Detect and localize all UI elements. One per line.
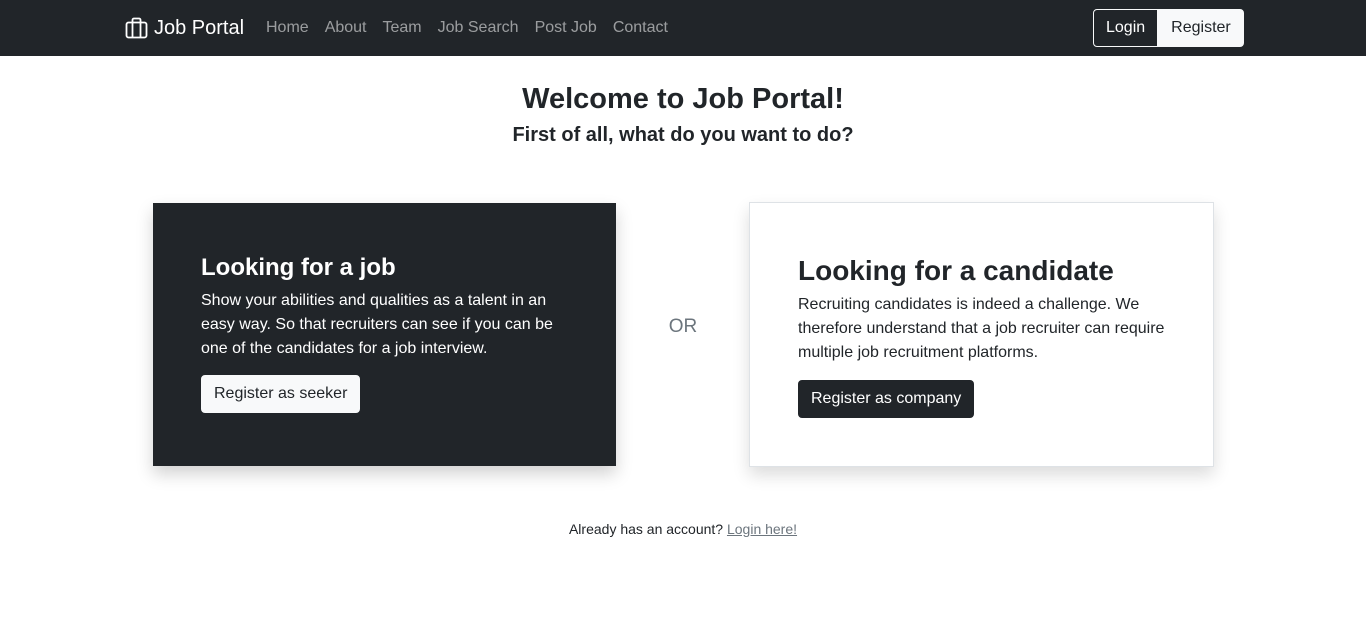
brand-label: Job Portal — [154, 16, 245, 39]
company-card-title: Looking for a candidate — [798, 255, 1114, 286]
login-button[interactable]: Login — [1093, 9, 1159, 47]
brand-link[interactable]: Job Portal — [125, 14, 244, 42]
nav-link-about[interactable]: About — [317, 17, 375, 39]
existing-account-text: Already has an account? — [568, 521, 724, 537]
nav-link-contact[interactable]: Contact — [605, 17, 676, 39]
page-subtitle: First of all, what do you want to do? — [512, 124, 854, 146]
or-separator: OR — [668, 316, 698, 337]
page-title: Welcome to Job Portal! — [522, 83, 844, 115]
nav-link-home[interactable]: Home — [258, 17, 317, 39]
register-as-company-button[interactable]: Register as company — [798, 380, 975, 418]
company-card: Looking for a candidate Recruiting candi… — [749, 202, 1214, 467]
job-seeker-card-text: Show your abilities and qualities as a t… — [201, 292, 553, 357]
register-button[interactable]: Register — [1158, 9, 1244, 47]
briefcase-icon — [125, 17, 148, 39]
register-as-seeker-button[interactable]: Register as seeker — [201, 375, 361, 413]
job-seeker-card-title: Looking for a job — [201, 254, 396, 281]
existing-account-prompt: Already has an account? Login here! — [0, 519, 1366, 539]
login-here-link[interactable]: Login here! — [727, 521, 797, 537]
nav-link-job-search[interactable]: Job Search — [430, 17, 527, 39]
nav-links: Home About Team Job Search Post Job Cont… — [258, 17, 676, 39]
top-navbar: Job Portal Home About Team Job Search Po… — [0, 0, 1366, 56]
nav-link-team[interactable]: Team — [375, 17, 430, 39]
company-card-text: Recruiting candidates is indeed a challe… — [798, 296, 1165, 361]
auth-button-group: Login Register — [1093, 9, 1244, 47]
nav-link-post-job[interactable]: Post Job — [527, 17, 605, 39]
job-seeker-card: Looking for a job Show your abilities an… — [153, 203, 616, 466]
